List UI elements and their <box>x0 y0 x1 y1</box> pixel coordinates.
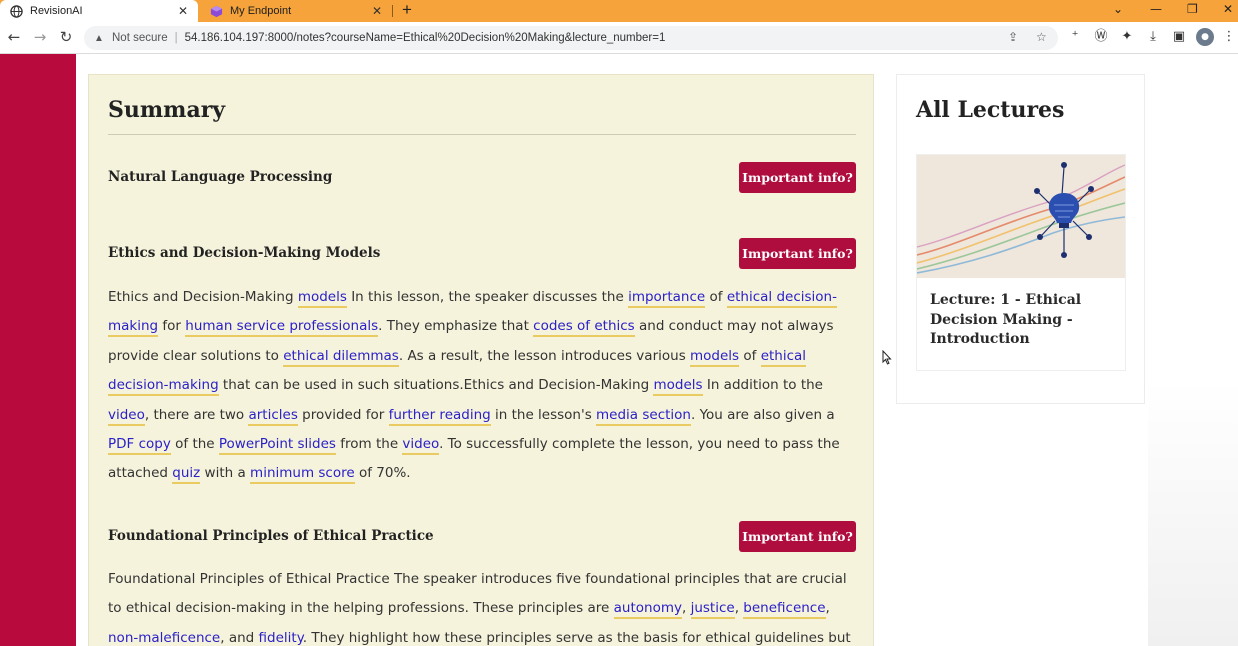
globe-icon <box>10 4 23 18</box>
mouse-cursor-icon <box>882 350 892 365</box>
topic-heading-ethics-models: Ethics and Decision-Making Models <box>108 245 381 261</box>
bookmark-star-icon[interactable]: ☆ <box>1036 30 1047 44</box>
keyword-link[interactable]: ethical dilemmas <box>283 347 399 367</box>
lecture-thumbnail-image <box>917 155 1125 278</box>
sidebar-strip <box>0 54 76 646</box>
side-panel-icon[interactable]: ▣ <box>1170 28 1188 46</box>
paragraph-text: in the lesson's <box>490 406 597 423</box>
menu-kebab-icon[interactable]: ⋮ <box>1220 28 1238 46</box>
keyword-link[interactable]: further reading <box>388 406 491 426</box>
keyword-link[interactable]: justice <box>690 600 735 620</box>
tab-title: RevisionAI <box>30 5 83 17</box>
paragraph-text: of <box>705 289 727 305</box>
paragraph-text: , <box>734 600 744 617</box>
keyword-link[interactable]: models <box>690 347 740 367</box>
keyword-link[interactable]: PowerPoint slides <box>218 436 336 456</box>
keyword-link[interactable]: video <box>108 406 145 426</box>
all-lectures-card: All Lectures Lecture: 1 - Ethical Decisi… <box>896 74 1145 404</box>
close-tab-icon[interactable]: ✕ <box>176 4 190 18</box>
tab-divider <box>392 5 393 17</box>
share-icon[interactable]: ⇪ <box>1008 30 1018 44</box>
summary-title: Summary <box>108 97 226 123</box>
keyword-link[interactable]: models <box>297 289 347 308</box>
tab-search-icon[interactable]: ⌄ <box>1113 0 1123 22</box>
paragraph-text: provided for <box>297 406 389 423</box>
divider <box>108 134 856 135</box>
keyword-link[interactable]: fidelity <box>258 629 303 646</box>
cube-icon <box>210 5 223 17</box>
lecture-card[interactable]: Lecture: 1 - Ethical Decision Making - I… <box>916 154 1126 371</box>
tab-revisionai[interactable]: RevisionAI ✕ <box>0 0 198 22</box>
summary-card: Summary Natural Language Processing Impo… <box>88 74 874 646</box>
url-text[interactable]: 54.186.104.197:8000/notes?courseName=Eth… <box>185 32 666 44</box>
keyword-link[interactable]: human service professionals <box>185 318 379 338</box>
paragraph-text: with a <box>200 465 251 482</box>
keyword-link[interactable]: codes of ethics <box>533 318 635 338</box>
keyword-link[interactable]: minimum score <box>250 465 355 485</box>
right-gutter <box>1148 54 1238 646</box>
keyword-link[interactable]: quiz <box>172 465 201 485</box>
paragraph-text: for <box>158 318 186 335</box>
paragraph-text: , and <box>220 629 259 646</box>
topic-paragraph-foundational-principles: Foundational Principles of Ethical Pract… <box>108 565 858 646</box>
paragraph-text: , there are two <box>144 406 249 423</box>
paragraph-text: In addition to the <box>702 377 823 394</box>
extension-sparkle-icon[interactable]: ⁺ <box>1066 28 1084 46</box>
paragraph-text: of 70%. <box>354 465 411 482</box>
paragraph-text: of the <box>170 436 219 453</box>
keyword-link[interactable]: non-maleficence <box>108 629 221 646</box>
back-arrow-icon[interactable]: ← <box>4 27 24 47</box>
topic-heading-nlp: Natural Language Processing <box>108 169 333 185</box>
restore-button[interactable]: ❐ <box>1187 0 1198 22</box>
paragraph-text: , <box>825 600 830 617</box>
paragraph-text: In this lesson, the speaker discusses th… <box>346 289 629 305</box>
paragraph-text: . As a result, the lesson introduces var… <box>398 347 691 364</box>
page-content: Summary Natural Language Processing Impo… <box>0 54 1238 646</box>
address-bar[interactable]: ▲ Not secure | 54.186.104.197:8000/notes… <box>84 26 1058 50</box>
topic-paragraph-ethics-models: Ethics and Decision-Making models In thi… <box>108 283 858 489</box>
minimize-button[interactable]: — <box>1150 0 1162 22</box>
all-lectures-title: All Lectures <box>916 97 1065 123</box>
keyword-link[interactable]: importance <box>628 289 706 308</box>
keyword-link[interactable]: media section <box>596 406 691 426</box>
profile-avatar[interactable]: ● <box>1196 28 1214 46</box>
security-label: Not secure <box>112 32 168 44</box>
paragraph-text: from the <box>335 436 403 453</box>
keyword-link[interactable]: models <box>653 377 703 397</box>
tab-title: My Endpoint <box>230 5 292 17</box>
address-divider: | <box>174 32 178 44</box>
topic-heading-foundational-principles: Foundational Principles of Ethical Pract… <box>108 528 434 544</box>
important-info-button[interactable]: Important info? <box>739 162 856 193</box>
paragraph-text: . They emphasize that <box>378 318 534 335</box>
keyword-link[interactable]: autonomy <box>613 600 682 620</box>
lecture-title: Lecture: 1 - Ethical Decision Making - I… <box>930 292 1082 347</box>
paragraph-text: . You are also given a <box>691 406 835 423</box>
forward-arrow-icon[interactable]: → <box>30 27 50 47</box>
paragraph-text: that can be used in such situations.Ethi… <box>218 377 654 394</box>
tab-my-endpoint[interactable]: My Endpoint ✕ <box>200 0 392 22</box>
reload-icon[interactable]: ↻ <box>56 27 76 47</box>
paragraph-text: of <box>739 347 761 364</box>
important-info-button[interactable]: Important info? <box>739 521 856 552</box>
new-tab-button[interactable]: + <box>402 0 412 22</box>
important-info-button[interactable]: Important info? <box>739 238 856 269</box>
download-icon[interactable]: ⤓ <box>1144 28 1162 46</box>
extensions-puzzle-icon[interactable]: ✦ <box>1118 28 1136 46</box>
keyword-link[interactable]: video <box>402 436 440 456</box>
wordpress-extension-icon[interactable]: Ⓦ <box>1092 28 1110 46</box>
paragraph-text: . They highlight how these principles se… <box>302 629 851 646</box>
paragraph-text: , <box>681 600 691 617</box>
close-tab-icon[interactable]: ✕ <box>370 4 384 18</box>
browser-toolbar: ← → ↻ ▲ Not secure | 54.186.104.197:8000… <box>0 22 1238 54</box>
browser-tab-bar: RevisionAI ✕ My Endpoint ✕ + ⌄ — ❐ ✕ <box>0 0 1238 22</box>
keyword-link[interactable]: PDF copy <box>108 436 171 456</box>
keyword-link[interactable]: beneficence <box>743 600 826 620</box>
keyword-link[interactable]: articles <box>248 406 298 426</box>
paragraph-text: Ethics and Decision-Making <box>108 289 298 305</box>
close-window-button[interactable]: ✕ <box>1223 0 1233 22</box>
warning-icon: ▲ <box>94 32 104 44</box>
